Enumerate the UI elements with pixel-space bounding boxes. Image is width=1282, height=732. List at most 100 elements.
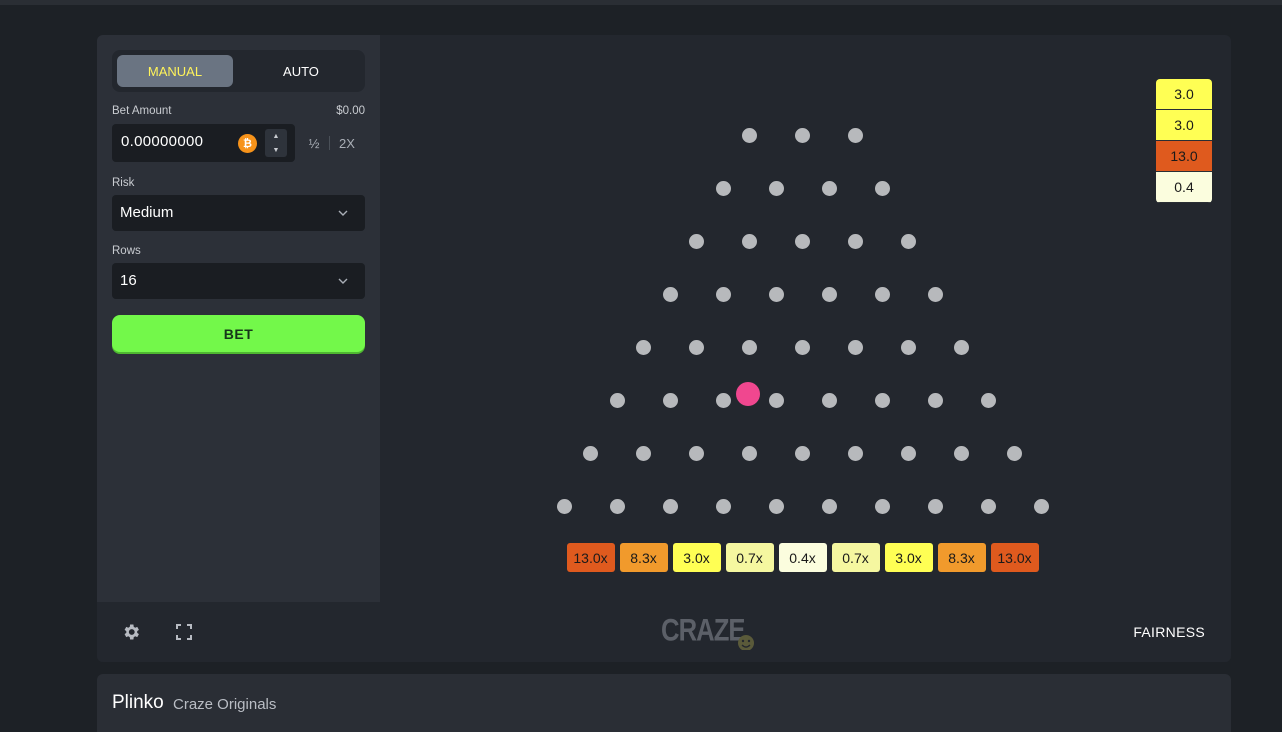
expand-icon[interactable] [176,624,192,640]
peg [609,392,625,408]
game-card: MANUAL AUTO Bet Amount $0.00 0.00000000 … [97,35,1231,662]
divider [329,136,330,150]
history-item: 0.4 [1156,172,1212,203]
peg [927,498,943,514]
peg [795,233,810,249]
peg [874,498,890,514]
peg [742,445,757,461]
gear-icon[interactable] [121,622,141,642]
peg [742,233,757,249]
peg [1007,445,1022,461]
bet-amount-field[interactable]: 0.00000000 ₿ ▲ ▼ [112,124,295,162]
rows-label: Rows [112,245,141,257]
bet-amount-label: Bet Amount [112,105,172,117]
peg [954,445,969,461]
peg [768,498,784,514]
peg [768,286,784,302]
peg [980,498,996,514]
peg [689,445,704,461]
game-provider: Craze Originals [173,696,277,713]
peg [636,339,651,355]
logo-text: CRAZE [661,614,745,648]
peg [795,445,810,461]
peg [874,180,890,196]
peg [954,339,969,355]
peg [715,392,731,408]
peg [715,498,731,514]
peg [742,127,757,143]
peg [662,498,678,514]
bet-stepper[interactable]: ▲ ▼ [265,129,287,157]
peg [556,498,572,514]
multiplier-slot: 3.0x [672,543,721,572]
peg [874,286,890,302]
peg [848,127,863,143]
double-bet-button[interactable]: 2X [331,124,363,162]
top-bar [0,0,1282,5]
bitcoin-icon: ₿ [238,134,257,153]
peg [742,339,757,355]
chevron-down-icon [338,278,348,284]
peg [768,180,784,196]
rows-select[interactable]: 16 [112,263,365,299]
tab-manual[interactable]: MANUAL [117,55,233,87]
peg [636,445,651,461]
peg [821,498,837,514]
rows-label-row: Rows [112,245,365,257]
peg [901,445,916,461]
history-item: 3.0 [1156,79,1212,110]
half-bet-button[interactable]: ½ [299,124,329,162]
peg [927,286,943,302]
chevron-up-icon[interactable]: ▲ [265,129,287,143]
bet-amount-row: 0.00000000 ₿ ▲ ▼ ½ 2X [112,124,365,162]
peg [848,339,863,355]
risk-label-row: Risk [112,177,365,189]
game-title: Plinko [112,692,164,713]
bet-sidebar: MANUAL AUTO Bet Amount $0.00 0.00000000 … [97,35,380,602]
plinko-board: 13.0x 8.3x 3.0x 0.7x 0.4x 0.7x 3.0x 8.3x 13.0x [380,35,1231,602]
peg [689,339,704,355]
peg [795,339,810,355]
fairness-link[interactable]: FAIRNESS [1133,624,1205,640]
rows-value: 16 [120,272,137,289]
multiplier-slot: 0.4x [778,543,827,572]
peg [848,445,863,461]
tab-auto[interactable]: AUTO [243,55,359,87]
game-info-card: Plinko Craze Originals [97,674,1231,732]
peg [795,127,810,143]
multiplier-slot: 8.3x [937,543,986,572]
plinko-ball [736,382,760,406]
peg [927,392,943,408]
mode-tabs: MANUAL AUTO [112,50,365,92]
peg [821,392,837,408]
risk-select[interactable]: Medium [112,195,365,231]
multiplier-slot: 8.3x [619,543,668,572]
bet-amount-label-row: Bet Amount $0.00 [112,105,365,117]
peg [980,392,996,408]
peg [715,180,731,196]
peg [848,233,863,249]
peg [689,233,704,249]
peg [901,339,916,355]
peg [583,445,598,461]
multiplier-slot: 3.0x [884,543,933,572]
craze-logo: CRAZE [661,614,754,650]
chevron-down-icon [338,210,348,216]
chevron-down-icon[interactable]: ▼ [265,143,287,157]
bet-button[interactable]: BET [112,315,365,352]
peg [662,286,678,302]
bet-amount-input[interactable]: 0.00000000 [121,133,231,150]
peg [901,233,916,249]
peg [662,392,678,408]
result-history: 3.0 3.0 13.0 0.4 [1156,79,1212,203]
history-item: 13.0 [1156,141,1212,172]
history-item: 3.0 [1156,110,1212,141]
peg [715,286,731,302]
peg [1033,498,1049,514]
multiplier-slot: 13.0x [990,543,1039,572]
multiplier-slot: 0.7x [831,543,880,572]
multiplier-slot: 0.7x [725,543,774,572]
peg [768,392,784,408]
risk-value: Medium [120,204,174,221]
peg [874,392,890,408]
